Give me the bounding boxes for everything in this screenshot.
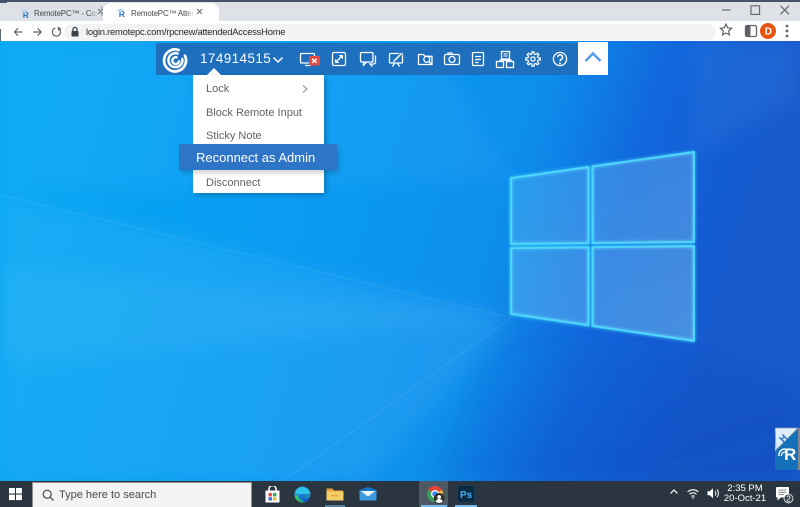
- svg-text:R: R: [23, 10, 29, 19]
- svg-text:R: R: [784, 445, 796, 464]
- svg-text:D: D: [765, 27, 772, 38]
- svg-text:R: R: [119, 9, 125, 18]
- svg-text:2: 2: [786, 495, 791, 504]
- svg-text:Ps: Ps: [460, 490, 473, 501]
